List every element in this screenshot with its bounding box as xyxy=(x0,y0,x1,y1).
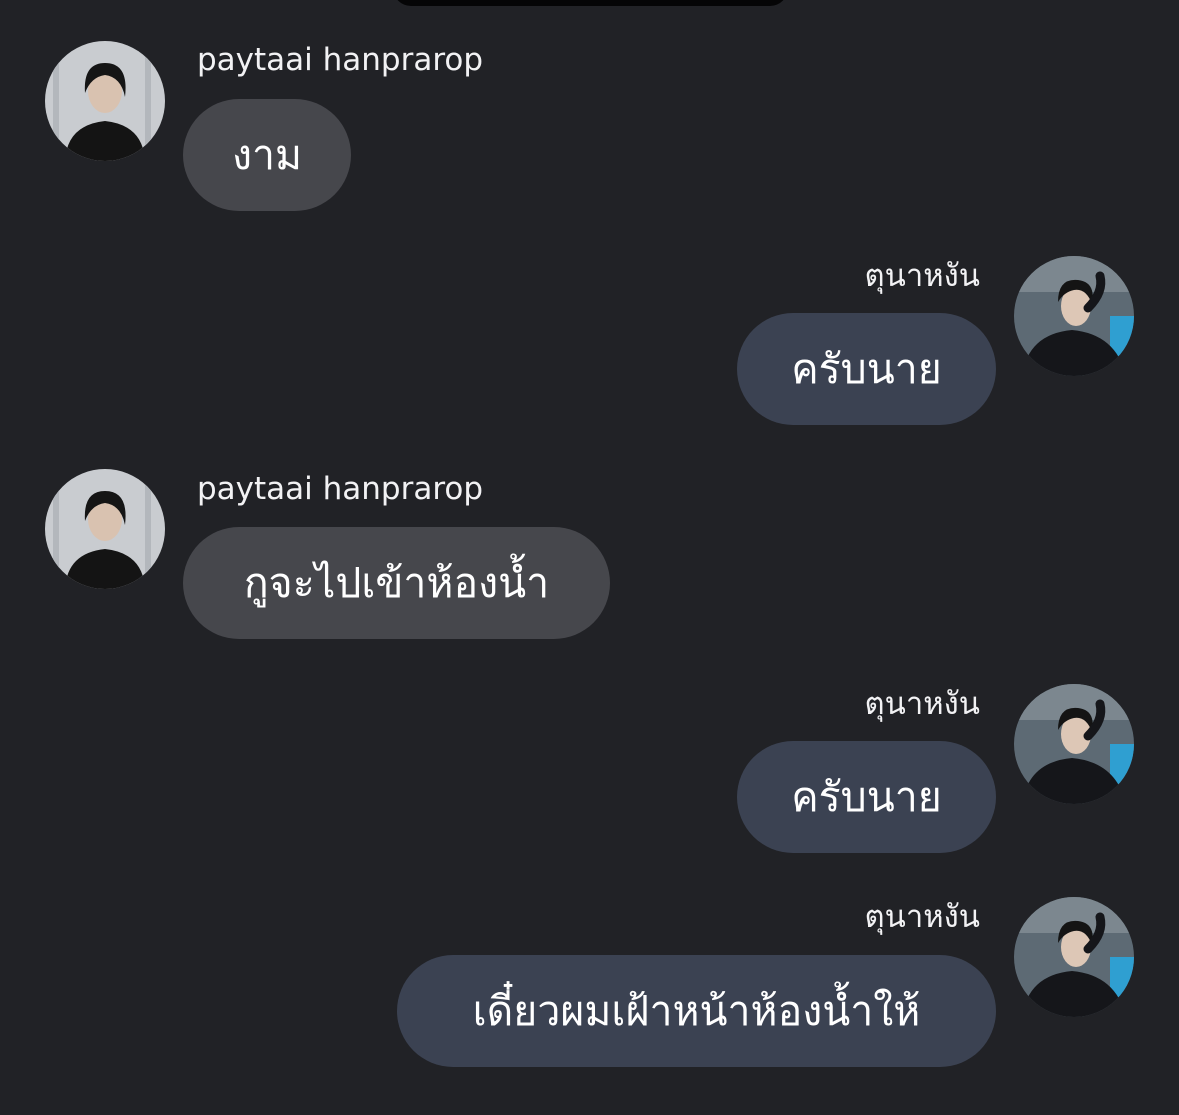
sender-name: paytaai hanprarop xyxy=(197,471,484,507)
sender-avatar[interactable] xyxy=(1014,897,1134,1017)
sender-name: paytaai hanprarop xyxy=(197,42,484,78)
sender-name: ตุนาหงัน xyxy=(864,686,981,722)
user-avatar-icon xyxy=(45,41,165,161)
sender-avatar[interactable] xyxy=(1014,256,1134,376)
message-bubble-incoming[interactable]: งาม xyxy=(183,99,351,211)
sender-name: ตุนาหงัน xyxy=(864,899,981,935)
sender-avatar[interactable] xyxy=(45,41,165,161)
sender-name: ตุนาหงัน xyxy=(864,258,981,294)
sender-avatar[interactable] xyxy=(1014,684,1134,804)
user-avatar-icon xyxy=(45,469,165,589)
message-bubble-outgoing[interactable]: ครับนาย xyxy=(737,313,996,425)
user-avatar-icon xyxy=(1014,897,1134,1017)
user-avatar-icon xyxy=(1014,256,1134,376)
user-avatar-icon xyxy=(1014,684,1134,804)
message-bubble-outgoing[interactable]: เดี๋ยวผมเฝ้าหน้าห้องน้ำให้ xyxy=(397,955,996,1067)
device-notch xyxy=(393,0,788,6)
message-bubble-incoming[interactable]: กูจะไปเข้าห้องน้ำ xyxy=(183,527,610,639)
sender-avatar[interactable] xyxy=(45,469,165,589)
message-bubble-outgoing[interactable]: ครับนาย xyxy=(737,741,996,853)
